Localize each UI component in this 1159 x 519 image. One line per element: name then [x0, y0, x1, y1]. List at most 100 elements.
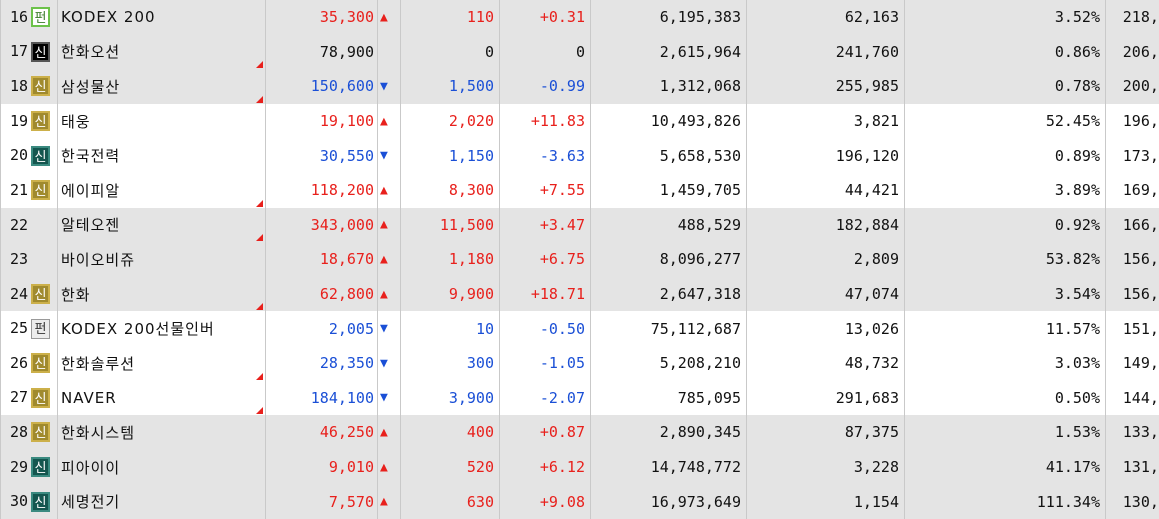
table-row[interactable]: 22 알테오젠 343,000 ▲ 11,500 +3.47 488,529 182,884 0…: [0, 207, 1159, 243]
stock-name[interactable]: NAVER: [61, 389, 117, 407]
stock-name[interactable]: 한화솔루션: [61, 355, 135, 373]
volume: 488,529: [590, 207, 747, 243]
stock-name[interactable]: 바이오비쥬: [61, 251, 135, 269]
table-row[interactable]: 26 신 한화솔루션 28,350 ▼ 300 -1.05 5,208,210 48,732 3.…: [0, 345, 1159, 381]
stock-name[interactable]: 세명전기: [61, 493, 120, 511]
rank-number: 27: [9, 388, 28, 407]
stock-name-cell[interactable]: 알테오젠: [57, 207, 266, 243]
down-arrow-icon: ▼: [377, 380, 401, 416]
stock-name-cell[interactable]: KODEX 200: [57, 0, 266, 35]
stock-name[interactable]: 한국전력: [61, 147, 120, 165]
column-5-value: 47,074: [746, 276, 905, 312]
table-row[interactable]: 23 바이오비쥬 18,670 ▲ 1,180 +6.75 8,096,277 2,809 53…: [0, 242, 1159, 277]
table-row[interactable]: 30 신 세명전기 7,570 ▲ 630 +9.08 16,973,649 1,154 111.…: [0, 484, 1159, 519]
volume: 2,615,964: [590, 34, 747, 70]
stock-name[interactable]: 한화시스템: [61, 424, 135, 442]
volume: 1,312,068: [590, 69, 747, 104]
table-row[interactable]: 28 신 한화시스템 46,250 ▲ 400 +0.87 2,890,345 87,375 1.…: [0, 415, 1159, 450]
table-row[interactable]: 21 신 에이피알 118,200 ▲ 8,300 +7.55 1,459,705 44,421…: [0, 172, 1159, 208]
rank-number: 17: [9, 42, 28, 61]
stock-name-cell[interactable]: 삼성물산: [57, 69, 266, 104]
current-price: 2,005: [265, 311, 378, 346]
rank-number: 24: [9, 284, 28, 303]
current-price: 184,100: [265, 380, 378, 416]
rank-number: 25: [9, 319, 28, 338]
turnover-rate: 0.92%: [904, 207, 1106, 243]
current-price: 7,570: [265, 484, 378, 519]
column-7-value: 173,116: [1105, 138, 1159, 173]
stock-name-cell[interactable]: 태웅: [57, 103, 266, 139]
current-price: 46,250: [265, 415, 378, 450]
rank-number: 26: [9, 353, 28, 372]
rank-cell: 18 신: [0, 69, 58, 104]
change-rate: -0.99: [499, 69, 591, 104]
column-7-value: 218,439: [1105, 0, 1159, 35]
turnover-rate: 53.82%: [904, 242, 1106, 277]
table-row[interactable]: 27 신 NAVER 184,100 ▼ 3,900 -2.07 785,095 291,683…: [0, 380, 1159, 416]
stock-name-cell[interactable]: 피아이이: [57, 449, 266, 485]
turnover-rate: 3.03%: [904, 345, 1106, 381]
stock-name-cell[interactable]: 한화오션: [57, 34, 266, 70]
down-arrow-icon: ▼: [377, 69, 401, 104]
price-change: 1,180: [400, 242, 500, 277]
rank-number: 18: [9, 76, 28, 95]
market-badge-icon: 신: [31, 41, 50, 62]
stock-name[interactable]: 한화오션: [61, 43, 120, 61]
rank-cell: 17 신: [0, 34, 58, 70]
stock-name[interactable]: 피아이이: [61, 459, 120, 477]
table-row[interactable]: 16 펀 KODEX 200 35,300 ▲ 110 +0.31 6,195,383 62,1…: [0, 0, 1159, 35]
stock-name[interactable]: 알테오젠: [61, 216, 120, 234]
current-price: 18,670: [265, 242, 378, 277]
current-price: 28,350: [265, 345, 378, 381]
market-badge-icon: 신: [31, 457, 50, 478]
table-row[interactable]: 17 신 한화오션 78,900 0 0 2,615,964 241,760 0.86% 206,…: [0, 34, 1159, 70]
column-5-value: 48,732: [746, 345, 905, 381]
table-row[interactable]: 19 신 태웅 19,100 ▲ 2,020 +11.83 10,493,826 3,821 52…: [0, 103, 1159, 139]
column-5-value: 87,375: [746, 415, 905, 450]
price-change: 1,150: [400, 138, 500, 173]
stock-name-cell[interactable]: 에이피알: [57, 172, 266, 208]
up-arrow-icon: ▲: [377, 276, 401, 312]
stock-ranking-table: 16 펀 KODEX 200 35,300 ▲ 110 +0.31 6,195,383 62,1…: [0, 0, 1159, 519]
table-row[interactable]: 25 펀 KODEX 200선물인버 2,005 ▼ 10 -0.50 75,112,687 1…: [0, 311, 1159, 346]
price-change: 630: [400, 484, 500, 519]
stock-name[interactable]: 에이피알: [61, 182, 120, 200]
rank-number: 20: [9, 146, 28, 165]
stock-name-cell[interactable]: 바이오비쥬: [57, 242, 266, 277]
stock-name-cell[interactable]: 세명전기: [57, 484, 266, 519]
stock-name[interactable]: 삼성물산: [61, 78, 120, 96]
stock-name-cell[interactable]: 한화시스템: [57, 415, 266, 450]
price-change: 10: [400, 311, 500, 346]
turnover-rate: 3.52%: [904, 0, 1106, 35]
stock-name[interactable]: KODEX 200선물인버: [61, 320, 215, 338]
column-7-value: 149,109: [1105, 345, 1159, 381]
column-7-value: 156,340: [1105, 276, 1159, 312]
stock-name-cell[interactable]: NAVER: [57, 380, 266, 416]
stock-name[interactable]: 태웅: [61, 113, 91, 131]
column-7-value: 166,197: [1105, 207, 1159, 243]
table-row[interactable]: 18 신 삼성물산 150,600 ▼ 1,500 -0.99 1,312,068 255,98…: [0, 69, 1159, 104]
price-change: 1,500: [400, 69, 500, 104]
column-5-value: 241,760: [746, 34, 905, 70]
stock-name-cell[interactable]: 한화솔루션: [57, 345, 266, 381]
turnover-rate: 52.45%: [904, 103, 1106, 139]
table-row[interactable]: 20 신 한국전력 30,550 ▼ 1,150 -3.63 5,658,530 196,120…: [0, 138, 1159, 173]
corner-flag-icon: [256, 61, 263, 69]
rank-number: 21: [9, 180, 28, 199]
stock-name-cell[interactable]: 한국전력: [57, 138, 266, 173]
market-badge-icon: 신: [31, 76, 50, 97]
market-badge-icon: 펀: [31, 318, 50, 339]
stock-name-cell[interactable]: 한화: [57, 276, 266, 312]
stock-name[interactable]: 한화: [61, 286, 91, 304]
change-rate: +3.47: [499, 207, 591, 243]
rank-cell: 24 신: [0, 276, 58, 312]
table-row[interactable]: 24 신 한화 62,800 ▲ 9,900 +18.71 2,647,318 47,074 3.…: [0, 276, 1159, 312]
stock-name[interactable]: KODEX 200: [61, 8, 156, 26]
turnover-rate: 41.17%: [904, 449, 1106, 485]
volume: 2,647,318: [590, 276, 747, 312]
market-badge-icon: 펀: [31, 7, 50, 28]
stock-name-cell[interactable]: KODEX 200선물인버: [57, 311, 266, 346]
volume: 16,973,649: [590, 484, 747, 519]
market-badge-icon: 신: [31, 387, 50, 408]
table-row[interactable]: 29 신 피아이이 9,010 ▲ 520 +6.12 14,748,772 3,228 41.1…: [0, 449, 1159, 485]
